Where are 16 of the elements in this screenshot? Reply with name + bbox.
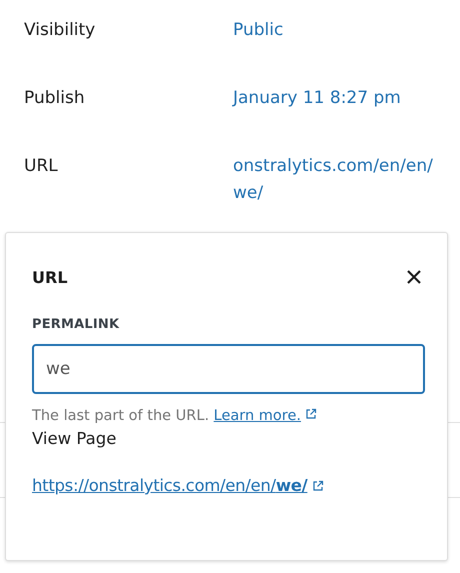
setting-label: URL [24, 155, 59, 178]
setting-label: Visibility [24, 19, 96, 42]
field-label: PERMALINK [32, 317, 120, 332]
learn-more-link[interactable]: Learn more. [214, 408, 301, 424]
setting-label: Publish [24, 87, 86, 110]
help-text: The last part of the URL. Learn more. [32, 408, 301, 424]
setting-value-link[interactable]: January 11 8:27 pm [233, 85, 438, 153]
popover-title: URL [32, 268, 68, 287]
view-page-label: View Page [32, 429, 118, 448]
external-link-icon [312, 480, 324, 492]
close-icon[interactable] [406, 268, 422, 284]
setting-value-link[interactable]: onstralytics.com/en/en/we/ [233, 153, 438, 213]
setting-value-link[interactable]: Public [233, 17, 438, 85]
page-url-link[interactable]: https://onstralytics.com/en/en/we/ [32, 476, 308, 495]
permalink-input[interactable]: we [32, 344, 425, 394]
external-link-icon [304, 408, 317, 420]
